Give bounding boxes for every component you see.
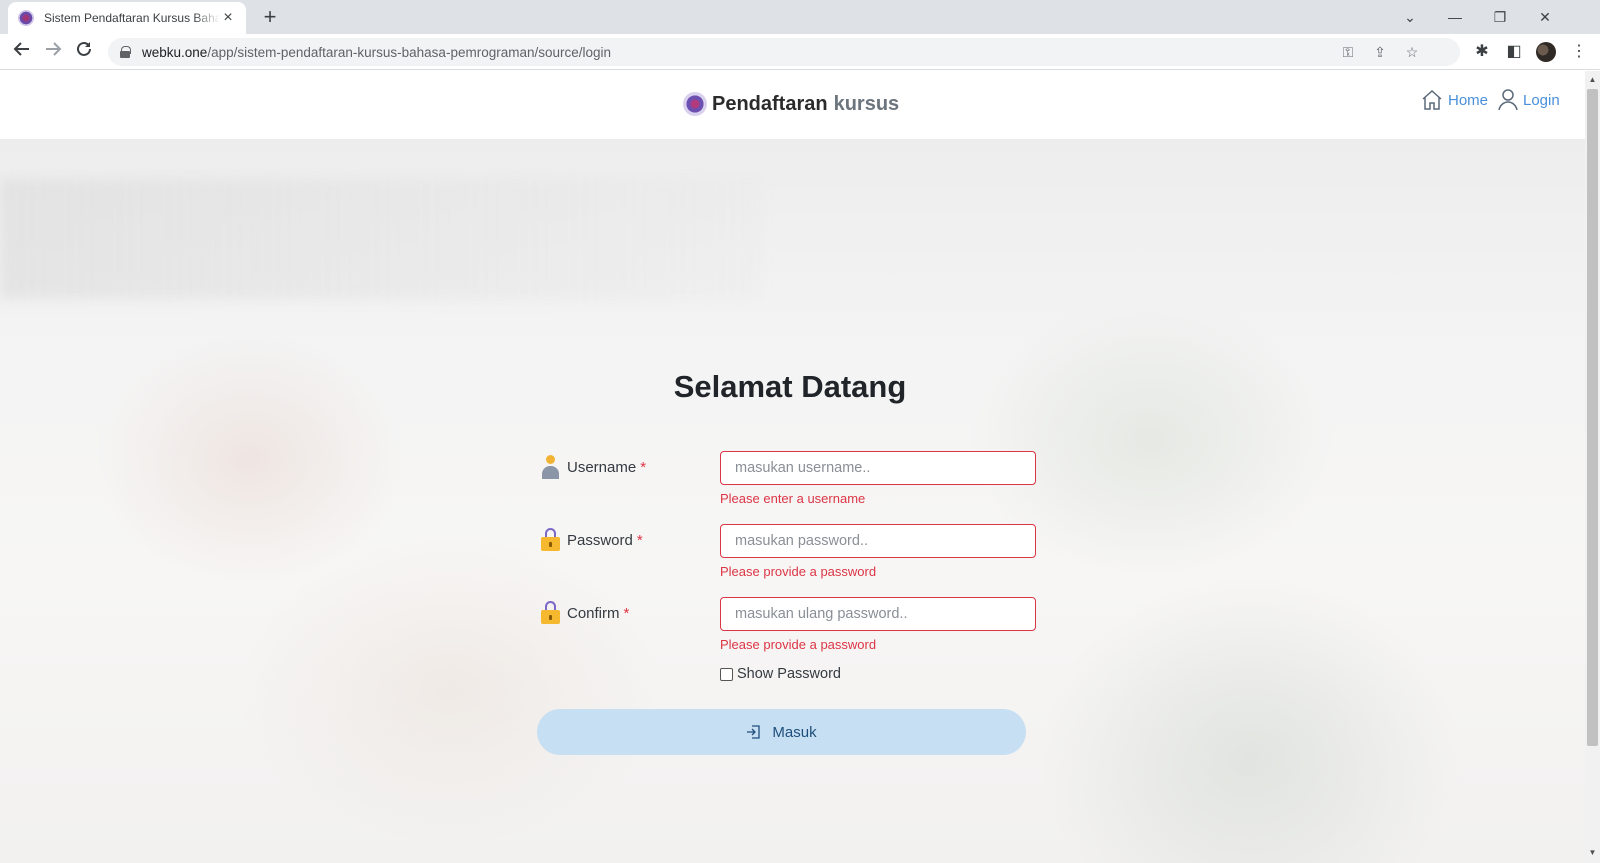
confirm-label: Confirm *	[540, 601, 629, 625]
username-row: Username * Please enter a username	[540, 451, 1040, 506]
brand-title: Pendaftaran	[712, 92, 828, 115]
show-password-toggle[interactable]: Show Password	[720, 666, 841, 682]
confirm-password-input[interactable]	[720, 597, 1036, 631]
browser-tabstrip: Sistem Pendaftaran Kursus Bahasa Pemrogr…	[0, 0, 1600, 34]
scroll-down-arrow-icon[interactable]: ▼	[1585, 848, 1600, 858]
home-icon	[1422, 89, 1442, 110]
page-title: Selamat Datang	[673, 369, 907, 404]
browser-tab[interactable]: Sistem Pendaftaran Kursus Bahasa Pemrogr…	[8, 2, 246, 34]
username-input[interactable]	[720, 451, 1036, 485]
key-icon[interactable]: ⚿	[1338, 42, 1358, 62]
tab-search-icon[interactable]: ⌄	[1393, 4, 1427, 30]
reload-button[interactable]	[72, 40, 96, 64]
nav-login-link[interactable]: Login	[1497, 88, 1560, 112]
reload-icon	[77, 41, 91, 56]
tab-title: Sistem Pendaftaran Kursus Bahasa Pemrogr…	[44, 11, 220, 25]
password-label: Password *	[540, 528, 643, 552]
confirm-error: Please provide a password	[720, 637, 877, 652]
nav-home-link[interactable]: Home	[1420, 88, 1488, 112]
share-icon[interactable]: ⇪	[1370, 42, 1390, 62]
brand-logo-icon	[683, 92, 707, 116]
brand-subtitle: kursus	[833, 92, 900, 115]
required-marker: *	[640, 458, 647, 476]
brand[interactable]: Pendaftaran kursus	[683, 92, 899, 116]
show-password-checkbox[interactable]	[720, 667, 733, 681]
menu-kebab-icon[interactable]: ⋮	[1567, 40, 1591, 64]
confirm-row: Confirm * Please provide a password	[540, 597, 1040, 652]
minimize-button[interactable]: —	[1438, 4, 1472, 30]
padlock-icon	[540, 601, 560, 625]
close-window-button[interactable]: ✕	[1528, 4, 1562, 30]
page-content: Pendaftaran kursus Home Login Selamat Da…	[0, 71, 1585, 863]
masuk-button-label: Masuk	[772, 723, 817, 741]
required-marker: *	[636, 531, 643, 549]
scrollbar-thumb[interactable]	[1587, 89, 1598, 746]
forward-arrow-icon	[46, 42, 62, 56]
padlock-icon	[540, 528, 560, 552]
page-scrollbar[interactable]: ▲ ▼	[1585, 71, 1600, 863]
person-icon	[540, 455, 560, 479]
show-password-label: Show Password	[737, 666, 841, 682]
back-button[interactable]	[10, 40, 34, 64]
site-navbar: Pendaftaran kursus Home Login	[0, 71, 1585, 139]
password-input[interactable]	[720, 524, 1036, 558]
register-form: Selamat Datang Username * Please enter a…	[537, 139, 1040, 863]
sign-in-icon	[747, 725, 761, 739]
username-error: Please enter a username	[720, 491, 866, 506]
lock-icon[interactable]	[120, 46, 131, 58]
tab-close-icon[interactable]: ×	[220, 10, 236, 26]
nav-login-label: Login	[1523, 91, 1560, 109]
new-tab-button[interactable]: +	[258, 6, 282, 30]
password-error: Please provide a password	[720, 564, 877, 579]
forward-button[interactable]	[41, 40, 65, 64]
username-label: Username *	[540, 455, 646, 479]
bookmark-star-icon[interactable]: ☆	[1402, 42, 1422, 62]
address-bar[interactable]: webku.one/app/sistem-pendaftaran-kursus-…	[108, 38, 1460, 66]
extensions-icon[interactable]: ✱	[1470, 40, 1494, 64]
side-panel-icon[interactable]: ◧	[1502, 40, 1526, 64]
password-row: Password * Please provide a password	[540, 524, 1040, 579]
username-label-text: Username	[567, 458, 637, 476]
confirm-label-text: Confirm	[567, 604, 620, 622]
back-arrow-icon	[13, 42, 29, 56]
password-label-text: Password	[567, 531, 633, 549]
nav-home-label: Home	[1448, 91, 1489, 109]
scroll-up-arrow-icon[interactable]: ▲	[1585, 75, 1600, 85]
restore-button[interactable]: ❐	[1483, 4, 1517, 30]
profile-avatar[interactable]	[1536, 42, 1556, 62]
hero-background: Selamat Datang Username * Please enter a…	[0, 139, 1585, 863]
favicon-icon	[18, 10, 34, 26]
user-icon	[1498, 89, 1518, 111]
required-marker: *	[623, 604, 630, 622]
url-text: webku.one/app/sistem-pendaftaran-kursus-…	[142, 44, 612, 60]
browser-toolbar: webku.one/app/sistem-pendaftaran-kursus-…	[0, 34, 1600, 70]
masuk-button[interactable]: Masuk	[537, 709, 1026, 755]
